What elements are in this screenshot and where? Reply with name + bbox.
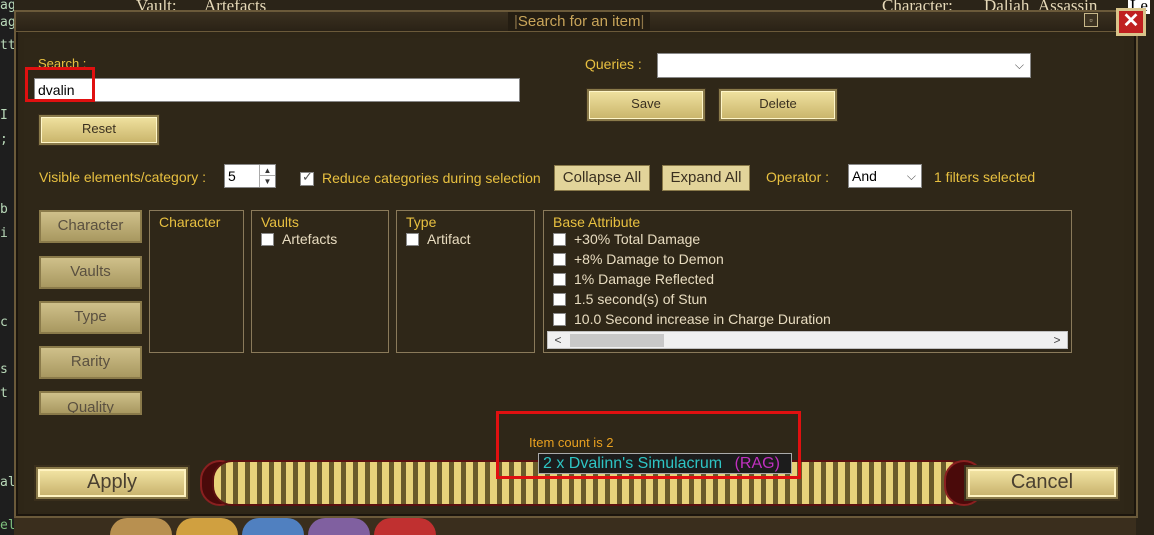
skill-orb-icon (308, 518, 370, 535)
visible-elements-label: Visible elements/category : (39, 169, 207, 185)
queries-label: Queries : (585, 56, 642, 72)
dialog-title: Search for an item (508, 12, 651, 31)
filter-option-label: 1% Damage Reflected (574, 271, 715, 287)
list-item[interactable]: +30% Total Damage (544, 230, 1071, 250)
panel-header: Base Attribute (553, 214, 641, 230)
reduce-categories-label: Reduce categories during selection (322, 170, 541, 186)
code-line: t (0, 386, 8, 401)
cancel-button[interactable]: Cancel (966, 467, 1118, 499)
list-item[interactable]: +8% Damage to Demon (544, 250, 1071, 270)
filter-option-label: Artifact (427, 231, 471, 247)
filter-option-label: 1.5 second(s) of Stun (574, 291, 708, 307)
chevron-down-icon: ⌵ (906, 169, 916, 183)
filter-checkbox[interactable] (553, 253, 566, 266)
apply-button[interactable]: Apply (36, 467, 188, 499)
tab-rarity[interactable]: Rarity (39, 346, 142, 379)
vaults-filter-panel: Vaults Artefacts (251, 210, 389, 353)
filter-option-label: +8% Damage to Demon (574, 251, 724, 267)
list-item[interactable]: Artefacts (252, 230, 388, 250)
chevron-down-icon: ⌵ (1014, 58, 1024, 72)
character-filter-panel: Character (149, 210, 244, 353)
panel-header: Character (159, 214, 221, 230)
panel-header: Type (406, 214, 437, 230)
operator-label: Operator : (766, 169, 830, 185)
visible-elements-value: 5 (228, 168, 236, 184)
queries-select[interactable]: ⌵ (657, 53, 1031, 78)
filter-option-label: 10.0 Second increase in Charge Duration (574, 311, 831, 327)
skill-orb-icon (242, 518, 304, 535)
code-line: b (0, 202, 8, 217)
result-highlight-box (496, 411, 801, 479)
skill-orb-icon (110, 518, 172, 535)
tab-quality[interactable]: Quality (39, 391, 142, 415)
search-input[interactable]: dvalin (34, 78, 520, 102)
panel-header: Vaults (261, 214, 299, 230)
filter-checkbox[interactable] (553, 313, 566, 326)
operator-value: And (852, 168, 877, 184)
skill-orb-icon (176, 518, 238, 535)
dialog-titlebar[interactable]: Search for an item ▫ ✕ (16, 8, 1146, 36)
filter-checkbox[interactable] (553, 273, 566, 286)
scrollbar-thumb[interactable] (570, 334, 664, 347)
filter-checkbox[interactable] (553, 293, 566, 306)
tab-character[interactable]: Character (39, 210, 142, 243)
dialog-title-text: Search for an item (517, 13, 641, 30)
horizontal-scrollbar[interactable]: < > (547, 331, 1068, 349)
list-item[interactable]: Artifact (397, 230, 534, 250)
reduce-categories-checkbox[interactable] (300, 169, 314, 186)
filter-checkbox[interactable] (553, 233, 566, 246)
filters-selected-count: 1 filters selected (934, 169, 1036, 185)
filter-option-label: Artefacts (282, 231, 338, 247)
close-button[interactable]: ✕ (1116, 8, 1146, 36)
code-line: ageBC (0, 0, 14, 13)
type-filter-panel: Type Artifact (396, 210, 535, 353)
code-line: tt (0, 38, 14, 53)
list-item[interactable]: 1% Damage Reflected (544, 270, 1071, 290)
delete-query-button[interactable]: Delete (719, 89, 837, 121)
code-line: ; (0, 132, 8, 147)
collapse-all-button[interactable]: Collapse All (554, 165, 650, 191)
skill-orb-icon (374, 518, 436, 535)
code-line: i (0, 226, 8, 241)
code-line: s (0, 362, 8, 377)
tab-vaults[interactable]: Vaults (39, 256, 142, 289)
minimize-icon[interactable]: ▫ (1084, 13, 1098, 27)
list-item[interactable]: 10.0 Second increase in Charge Duration (544, 310, 1071, 330)
background-code-editor: ageBC ag tt I ; b i c s t al elect (0, 0, 14, 535)
filter-checkbox[interactable] (261, 233, 274, 246)
code-line: c (0, 315, 8, 330)
reset-button[interactable]: Reset (39, 115, 159, 145)
visible-elements-spinner[interactable]: 5 ▲ ▼ (224, 164, 276, 188)
base-attribute-filter-panel: Base Attribute +30% Total Damage +8% Dam… (543, 210, 1072, 353)
spinner-down-icon[interactable]: ▼ (259, 176, 275, 187)
code-line: I (0, 108, 8, 123)
code-line: ag (0, 15, 14, 30)
expand-all-button[interactable]: Expand All (662, 165, 750, 191)
background-right-edge (1136, 14, 1154, 535)
code-line: elect (0, 518, 14, 533)
code-line: al (0, 475, 14, 490)
search-highlight-box (25, 67, 95, 102)
list-item[interactable]: 1.5 second(s) of Stun (544, 290, 1071, 310)
spinner-up-icon[interactable]: ▲ (259, 165, 275, 176)
scroll-right-icon[interactable]: > (1049, 332, 1065, 348)
filter-option-label: +30% Total Damage (574, 231, 701, 247)
background-skill-bar (14, 518, 1136, 535)
scroll-left-icon[interactable]: < (550, 332, 566, 348)
save-query-button[interactable]: Save (587, 89, 705, 121)
filter-checkbox[interactable] (406, 233, 419, 246)
tab-type[interactable]: Type (39, 301, 142, 334)
operator-select[interactable]: And ⌵ (848, 164, 922, 188)
